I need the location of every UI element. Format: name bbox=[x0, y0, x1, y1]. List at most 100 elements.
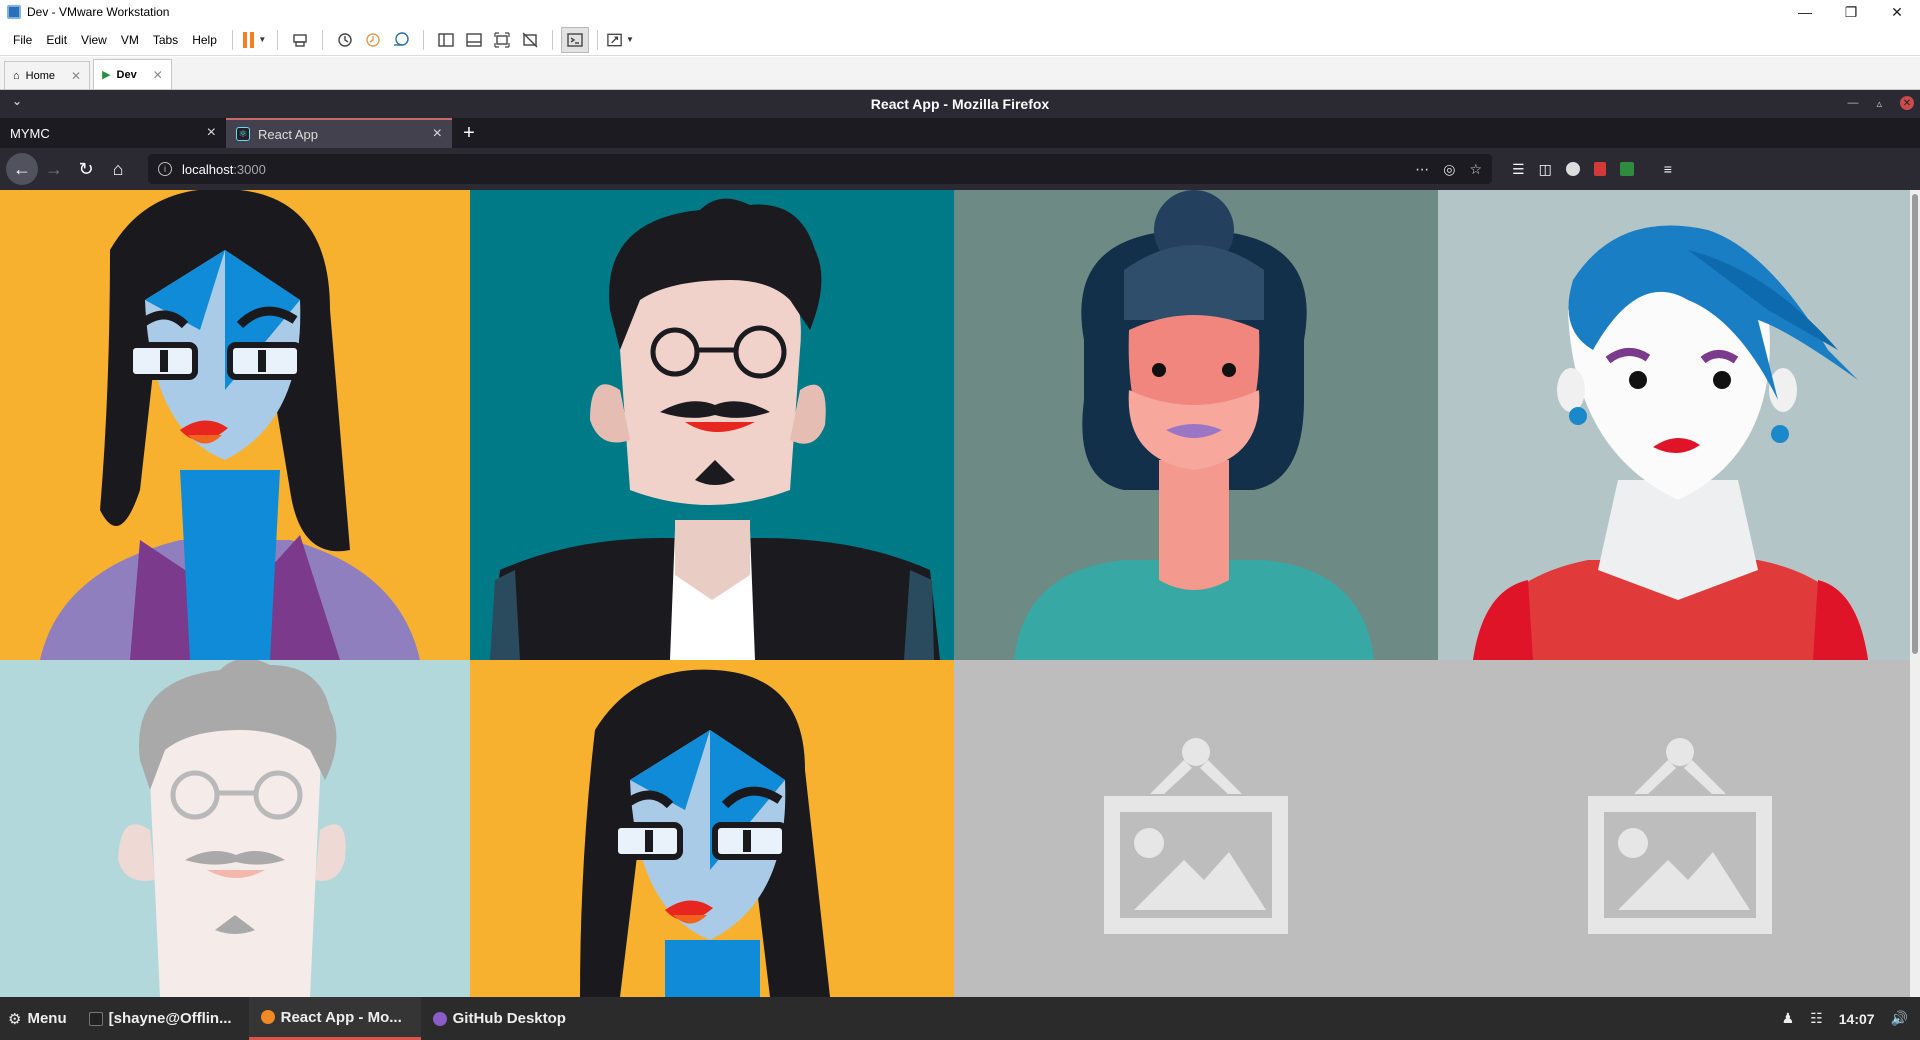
avatar-tile[interactable] bbox=[0, 660, 470, 997]
browser-tab-react-app[interactable]: ⚛ React App × bbox=[226, 118, 452, 148]
volume-icon[interactable]: 🔊 bbox=[1891, 1010, 1908, 1027]
menu-edit[interactable]: Edit bbox=[39, 24, 74, 56]
guest-minimize-button[interactable]: — bbox=[1847, 97, 1858, 109]
user-icon[interactable]: ♟ bbox=[1782, 1010, 1795, 1027]
full-screen-icon bbox=[494, 31, 510, 48]
guest-close-button[interactable]: ✕ bbox=[1900, 96, 1914, 110]
revert-snapshot-icon bbox=[366, 32, 380, 47]
taskbar-item-firefox[interactable]: React App - Mo... bbox=[248, 997, 421, 1040]
close-button[interactable]: ✕ bbox=[1874, 0, 1920, 24]
extension-icon[interactable] bbox=[1619, 162, 1634, 176]
avatar-faded-man-glasses-icon bbox=[0, 660, 470, 997]
avatar-tile[interactable] bbox=[470, 190, 954, 660]
revert-snapshot-button[interactable] bbox=[359, 27, 387, 53]
menu-tabs[interactable]: Tabs bbox=[146, 24, 185, 56]
browser-tab-mymc[interactable]: MYMC × bbox=[0, 118, 226, 148]
toolbar-divider bbox=[276, 29, 278, 50]
url-bar[interactable]: i localhost :3000 ⋯ ◎ ☆ bbox=[148, 154, 1492, 184]
account-icon[interactable] bbox=[1565, 162, 1580, 176]
taskbar-item-github-desktop[interactable]: GitHub Desktop bbox=[421, 997, 593, 1040]
vmware-tab-bar: ⌂ Home ✕ ▶ Dev ✕ bbox=[0, 57, 1920, 90]
menu-file[interactable]: File bbox=[6, 24, 39, 56]
home-button[interactable]: ⌂ bbox=[102, 153, 134, 185]
scrollbar-thumb[interactable] bbox=[1912, 194, 1918, 654]
suspend-button[interactable]: ▼ bbox=[241, 27, 269, 53]
minimize-button[interactable]: — bbox=[1782, 0, 1828, 24]
toolbar-divider bbox=[596, 29, 598, 50]
thumbnail-bar-icon bbox=[466, 32, 482, 47]
avatar-man-glasses-icon bbox=[470, 190, 954, 660]
video-placeholder-tile[interactable] bbox=[1438, 660, 1910, 997]
page-scrollbar[interactable] bbox=[1910, 190, 1920, 997]
taskbar-item-terminal[interactable]: [shayne@Offlin... bbox=[77, 997, 249, 1040]
page-actions-icon[interactable]: ⋯ bbox=[1415, 161, 1429, 178]
menu-vm[interactable]: VM bbox=[114, 24, 146, 56]
browser-tab-label: MYMC bbox=[10, 125, 50, 141]
forward-button[interactable]: → bbox=[38, 153, 70, 185]
snapshot-manager-icon bbox=[393, 31, 409, 46]
pocket-icon[interactable]: ◎ bbox=[1443, 161, 1455, 178]
avatar-tile[interactable] bbox=[470, 660, 954, 997]
menu-view[interactable]: View bbox=[74, 24, 114, 56]
close-tab-icon[interactable]: ✕ bbox=[71, 69, 81, 83]
unity-button[interactable] bbox=[516, 27, 544, 53]
hamburger-menu-icon[interactable]: ≡ bbox=[1664, 161, 1672, 177]
guest-taskbar: ⚙ Menu [shayne@Offlin... React App - Mo.… bbox=[0, 997, 1920, 1040]
close-tab-icon[interactable]: ✕ bbox=[153, 68, 163, 82]
vmware-logo-icon bbox=[7, 5, 21, 19]
stretch-guest-button[interactable]: ▼ bbox=[606, 27, 634, 53]
full-screen-button[interactable] bbox=[488, 27, 516, 53]
close-tab-icon[interactable]: × bbox=[433, 125, 442, 143]
sidebar-icon[interactable]: ◫ bbox=[1539, 161, 1552, 178]
unity-icon bbox=[522, 32, 538, 47]
library-panel-icon bbox=[438, 32, 454, 47]
chevron-down-icon: ▼ bbox=[258, 35, 267, 44]
reload-button[interactable]: ↻ bbox=[70, 153, 102, 185]
tab-home[interactable]: ⌂ Home ✕ bbox=[4, 61, 91, 89]
pause-icon bbox=[243, 31, 255, 48]
thumbnail-bar-button[interactable] bbox=[460, 27, 488, 53]
take-snapshot-button[interactable] bbox=[331, 27, 359, 53]
vmware-titlebar: Dev - VMware Workstation — ❐ ✕ bbox=[0, 0, 1920, 24]
network-icon[interactable]: ☷ bbox=[1810, 1010, 1823, 1027]
toolbar-divider bbox=[231, 29, 233, 50]
extension-icon[interactable] bbox=[1593, 162, 1606, 176]
back-button[interactable]: ← bbox=[6, 153, 38, 185]
terminal-icon bbox=[567, 32, 583, 47]
avatar-woman-glasses-icon bbox=[470, 660, 954, 997]
restore-button[interactable]: ❐ bbox=[1828, 0, 1874, 24]
close-tab-icon[interactable]: × bbox=[207, 124, 216, 142]
bookmark-star-icon[interactable]: ☆ bbox=[1469, 161, 1482, 178]
start-menu-button[interactable]: ⚙ Menu bbox=[0, 1010, 77, 1028]
firefox-icon bbox=[260, 1010, 275, 1024]
browser-tab-label: React App bbox=[258, 126, 318, 142]
avatar-tile[interactable] bbox=[954, 190, 1438, 660]
console-view-button[interactable] bbox=[560, 26, 589, 53]
site-info-icon[interactable]: i bbox=[158, 162, 172, 176]
menu-help[interactable]: Help bbox=[185, 24, 224, 56]
firefox-nav-bar: ← → ↻ ⌂ i localhost :3000 ⋯ ◎ ☆ ☰ ◫ ≡ bbox=[0, 148, 1920, 190]
url-host: localhost bbox=[182, 161, 234, 177]
send-ctrl-alt-del-button[interactable] bbox=[286, 27, 314, 53]
tab-home-label: Home bbox=[25, 69, 55, 82]
taskbar-item-label: React App - Mo... bbox=[280, 1008, 402, 1026]
tab-dev[interactable]: ▶ Dev ✕ bbox=[93, 59, 172, 89]
snapshot-manager-button[interactable] bbox=[387, 27, 415, 53]
react-app-page bbox=[0, 190, 1920, 997]
new-tab-button[interactable]: + bbox=[452, 118, 486, 148]
clock[interactable]: 14:07 bbox=[1839, 1011, 1875, 1027]
vmware-menubar: File Edit View VM Tabs Help ▼ ▼ bbox=[0, 24, 1920, 56]
guest-maximize-button[interactable]: ▵ bbox=[1876, 97, 1882, 110]
tab-dev-label: Dev bbox=[116, 68, 137, 81]
show-library-button[interactable] bbox=[432, 27, 460, 53]
video-placeholder-tile[interactable] bbox=[954, 660, 1438, 997]
avatar-tile[interactable] bbox=[0, 190, 470, 660]
firefox-window-title: React App - Mozilla Firefox bbox=[870, 96, 1050, 112]
toolbar-divider bbox=[321, 29, 323, 50]
avatar-tile[interactable] bbox=[1438, 190, 1910, 660]
home-icon: ⌂ bbox=[13, 69, 20, 82]
firefox-tab-bar: MYMC × ⚛ React App × + bbox=[0, 118, 1920, 148]
window-menu-chevron-icon[interactable]: ⌄ bbox=[12, 94, 22, 108]
snapshot-icon bbox=[338, 32, 352, 47]
library-icon[interactable]: ☰ bbox=[1512, 161, 1525, 178]
